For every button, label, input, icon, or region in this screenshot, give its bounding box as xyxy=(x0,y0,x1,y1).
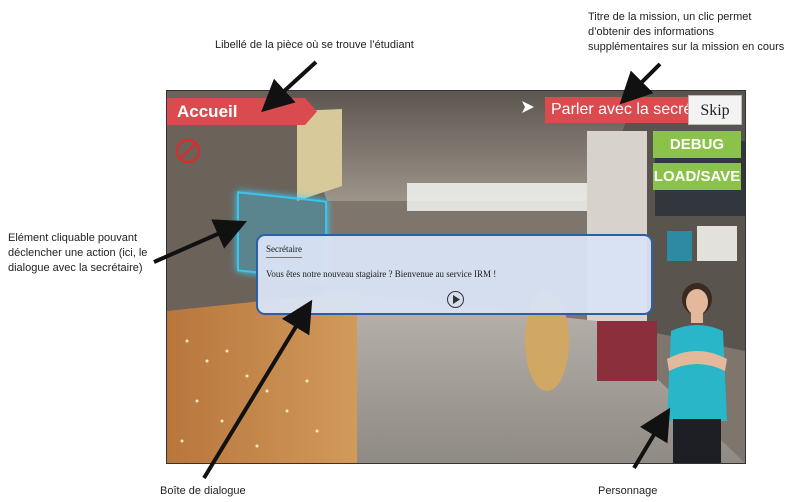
arrow-mission-title xyxy=(619,62,662,105)
arrow-character xyxy=(632,407,671,470)
arrow-room-label xyxy=(261,60,318,113)
annotation-arrows xyxy=(153,60,671,480)
arrow-clickable-element xyxy=(153,219,247,264)
arrow-dialog-box xyxy=(202,299,313,480)
